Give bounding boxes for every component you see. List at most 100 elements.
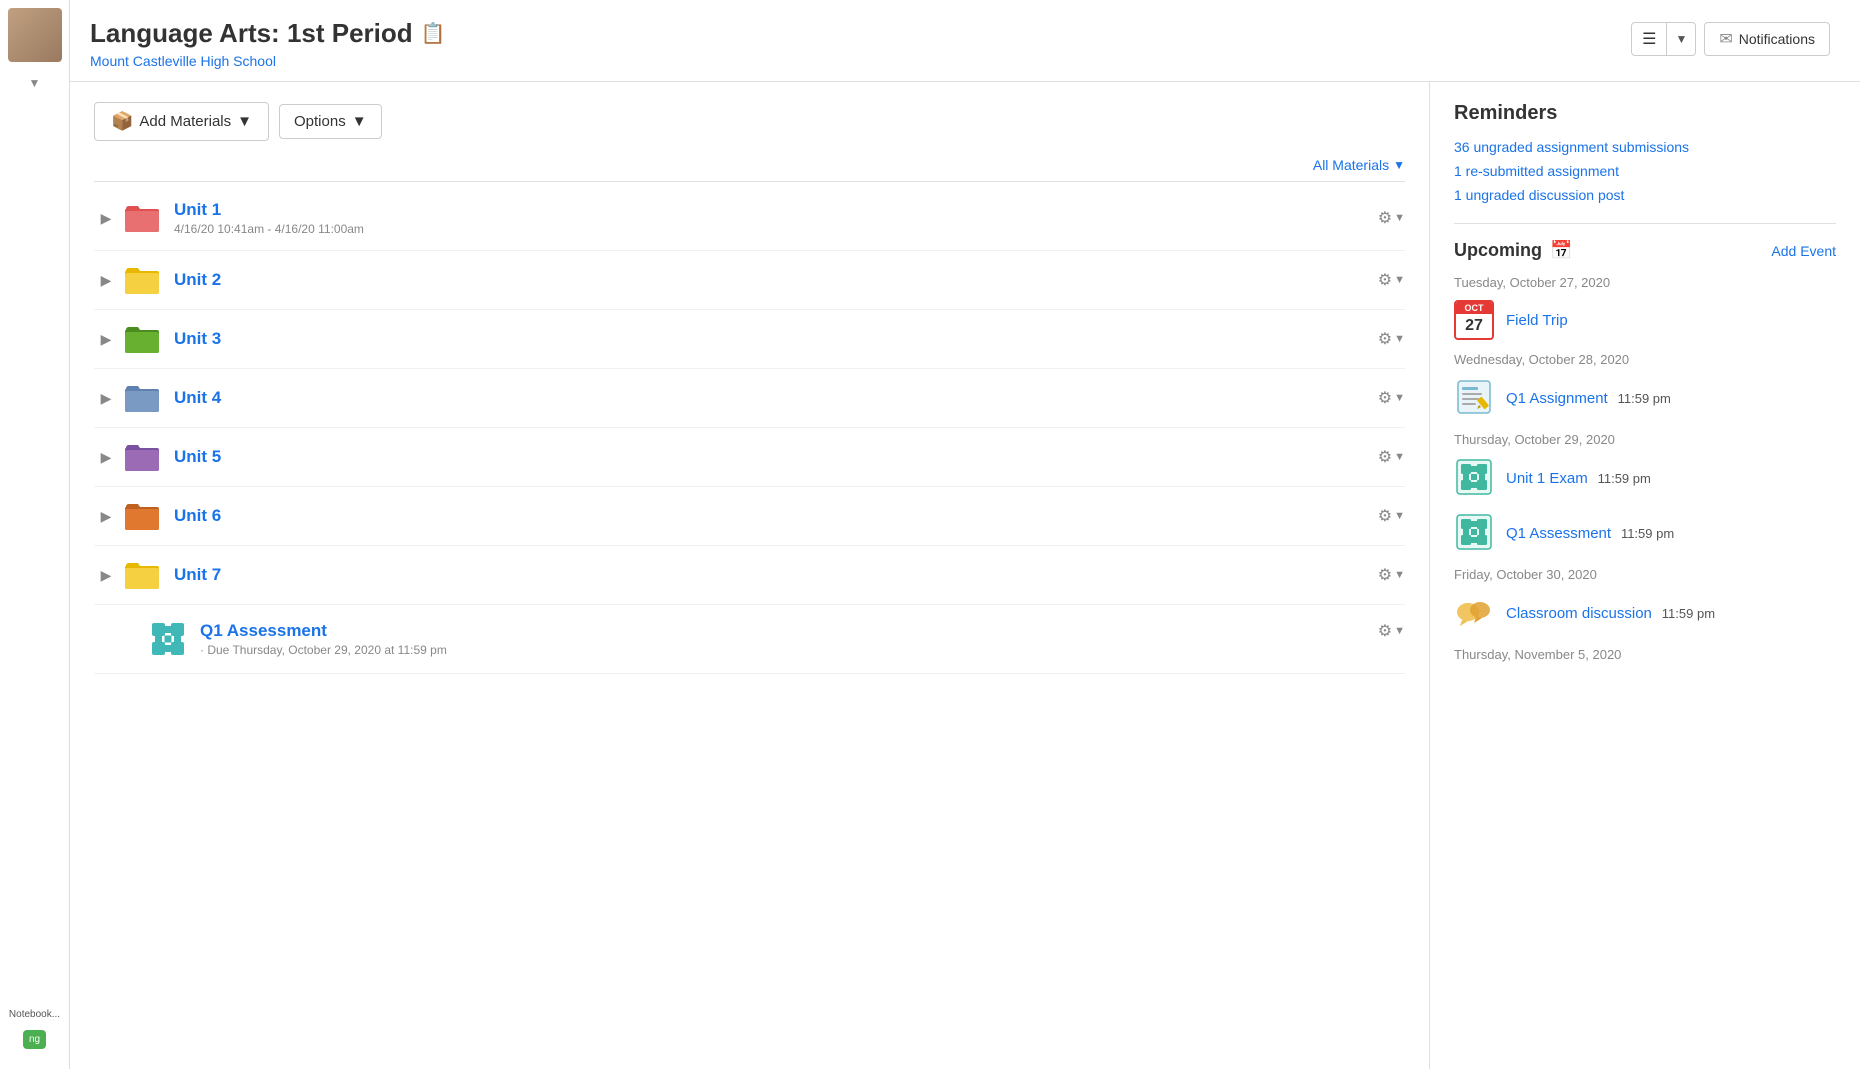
filter-arrow-icon: ▼ <box>1393 158 1405 172</box>
unit-1-date: 4/16/20 10:41am - 4/16/20 11:00am <box>174 222 1378 236</box>
unit-1-folder-icon <box>124 203 160 233</box>
reminder-item-1[interactable]: 36 ungraded assignment submissions <box>1454 139 1836 155</box>
unit-7-info: Unit 7 <box>174 565 1378 585</box>
unit-5-gear[interactable]: ⚙ ▼ <box>1378 447 1405 467</box>
upcoming-date-tue: Tuesday, October 27, 2020 <box>1454 275 1836 290</box>
unit-2-chevron: ▶ <box>98 272 114 289</box>
header-right: ☰ ▼ ✉ Notifications <box>1631 22 1830 56</box>
unit-1-info: Unit 1 4/16/20 10:41am - 4/16/20 11:00am <box>174 200 1378 236</box>
unit-row[interactable]: ▶ Unit 3 ⚙ ▼ <box>94 310 1405 369</box>
unit-4-gear[interactable]: ⚙ ▼ <box>1378 388 1405 408</box>
unit-2-folder-icon <box>124 265 160 295</box>
gear-icon: ⚙ <box>1378 447 1392 467</box>
options-arrow: ▼ <box>352 113 367 130</box>
cal-day: 27 <box>1456 314 1492 338</box>
assignment-event-icon <box>1454 377 1494 420</box>
unit-2-gear[interactable]: ⚙ ▼ <box>1378 270 1405 290</box>
sidebar-collapse-chevron[interactable]: ▼ <box>29 76 41 90</box>
unit-6-info: Unit 6 <box>174 506 1378 526</box>
assessment-due: · Due Thursday, October 29, 2020 at 11:5… <box>200 643 1378 657</box>
gear-dropdown-icon: ▼ <box>1394 212 1405 224</box>
upcoming-date-thu: Thursday, October 29, 2020 <box>1454 432 1836 447</box>
left-sidebar: ▼ Notebook... ng <box>0 0 70 1069</box>
event-info: Q1 Assignment 11:59 pm <box>1506 390 1671 407</box>
assessment-gear[interactable]: ⚙ ▼ <box>1378 621 1405 641</box>
event-time: 11:59 pm <box>1598 471 1651 486</box>
sidebar-badge: ng <box>23 1030 46 1049</box>
upcoming-event-row[interactable]: Unit 1 Exam 11:59 pm <box>1454 457 1836 500</box>
event-info: Q1 Assessment 11:59 pm <box>1506 525 1674 542</box>
unit-4-info: Unit 4 <box>174 388 1378 408</box>
add-event-link[interactable]: Add Event <box>1771 243 1836 259</box>
page-title-text: Language Arts: 1st Period <box>90 18 413 49</box>
cal-month: OCT <box>1456 302 1492 314</box>
event-time-disc: 11:59 pm <box>1662 606 1715 621</box>
event-time-q1: 11:59 pm <box>1621 526 1674 541</box>
gear-icon: ⚙ <box>1378 329 1392 349</box>
assessment-row[interactable]: ▶ <box>94 605 1405 674</box>
view-toggle-button[interactable]: ☰ ▼ <box>1631 22 1696 56</box>
page-title-icon[interactable]: 📋 <box>421 21 446 46</box>
assessment-icon <box>150 621 186 657</box>
options-button[interactable]: Options ▼ <box>279 104 382 139</box>
gear-icon: ⚙ <box>1378 388 1392 408</box>
event-name-q1: Q1 Assessment <box>1506 525 1611 542</box>
unit-row[interactable]: ▶ Unit 6 ⚙ ▼ <box>94 487 1405 546</box>
unit-5-info: Unit 5 <box>174 447 1378 467</box>
unit-row[interactable]: ▶ Unit 4 ⚙ ▼ <box>94 369 1405 428</box>
add-materials-arrow: ▼ <box>237 113 252 130</box>
unit-4-name: Unit 4 <box>174 388 1378 408</box>
unit-7-chevron: ▶ <box>98 567 114 584</box>
upcoming-event-row[interactable]: Classroom discussion 11:59 pm <box>1454 592 1836 635</box>
unit-row[interactable]: ▶ Unit 7 ⚙ ▼ <box>94 546 1405 605</box>
reminder-item-3[interactable]: 1 ungraded discussion post <box>1454 187 1836 203</box>
gear-icon: ⚙ <box>1378 565 1392 585</box>
unit-7-folder-icon <box>124 560 160 590</box>
filter-row: All Materials ▼ <box>94 157 1405 173</box>
upcoming-title-text: Upcoming <box>1454 240 1542 261</box>
event-name: Q1 Assignment <box>1506 390 1608 407</box>
upcoming-date-nov5: Thursday, November 5, 2020 <box>1454 647 1836 662</box>
add-materials-button[interactable]: 📦 Add Materials ▼ <box>94 102 269 141</box>
unit-6-name: Unit 6 <box>174 506 1378 526</box>
unit-5-folder-icon <box>124 442 160 472</box>
school-name[interactable]: Mount Castleville High School <box>90 53 446 69</box>
unit-3-folder-icon <box>124 324 160 354</box>
upcoming-event-row[interactable]: OCT 27 Field Trip <box>1454 300 1836 340</box>
unit-7-gear[interactable]: ⚙ ▼ <box>1378 565 1405 585</box>
gear-icon: ⚙ <box>1378 621 1392 641</box>
reminder-item-2[interactable]: 1 re-submitted assignment <box>1454 163 1836 179</box>
unit-1-gear[interactable]: ⚙ ▼ <box>1378 208 1405 228</box>
notifications-icon: ✉ <box>1719 29 1732 49</box>
gear-dropdown-icon: ▼ <box>1394 569 1405 581</box>
unit-4-chevron: ▶ <box>98 390 114 407</box>
unit-6-gear[interactable]: ⚙ ▼ <box>1378 506 1405 526</box>
unit-5-chevron: ▶ <box>98 449 114 466</box>
materials-column: 📦 Add Materials ▼ Options ▼ All Material… <box>70 82 1430 1069</box>
gear-icon: ⚙ <box>1378 506 1392 526</box>
unit-3-name: Unit 3 <box>174 329 1378 349</box>
unit-2-name: Unit 2 <box>174 270 1378 290</box>
unit-row[interactable]: ▶ Unit 1 4/16/20 10:41am - 4/16/20 11:00… <box>94 186 1405 251</box>
gear-icon: ⚙ <box>1378 270 1392 290</box>
gear-dropdown-icon: ▼ <box>1394 333 1405 345</box>
add-materials-icon: 📦 <box>111 111 133 132</box>
all-materials-filter[interactable]: All Materials ▼ <box>1313 157 1405 173</box>
gear-dropdown-icon: ▼ <box>1394 274 1405 286</box>
upcoming-calendar-icon: 📅 <box>1550 240 1572 261</box>
upcoming-event-row[interactable]: Q1 Assignment 11:59 pm <box>1454 377 1836 420</box>
event-name-disc: Classroom discussion <box>1506 605 1652 622</box>
unit-row[interactable]: ▶ Unit 2 ⚙ ▼ <box>94 251 1405 310</box>
unit-6-folder-icon <box>124 501 160 531</box>
unit-3-gear[interactable]: ⚙ ▼ <box>1378 329 1405 349</box>
unit-5-name: Unit 5 <box>174 447 1378 467</box>
notifications-label: Notifications <box>1739 31 1815 47</box>
gear-icon: ⚙ <box>1378 208 1392 228</box>
header: Language Arts: 1st Period 📋 Mount Castle… <box>70 0 1860 82</box>
upcoming-date-wed: Wednesday, October 28, 2020 <box>1454 352 1836 367</box>
unit-row[interactable]: ▶ Unit 5 ⚙ ▼ <box>94 428 1405 487</box>
event-name: Field Trip <box>1506 312 1568 329</box>
upcoming-event-row[interactable]: Q1 Assessment 11:59 pm <box>1454 512 1836 555</box>
notifications-button[interactable]: ✉ Notifications <box>1704 22 1830 56</box>
avatar[interactable] <box>8 8 62 62</box>
